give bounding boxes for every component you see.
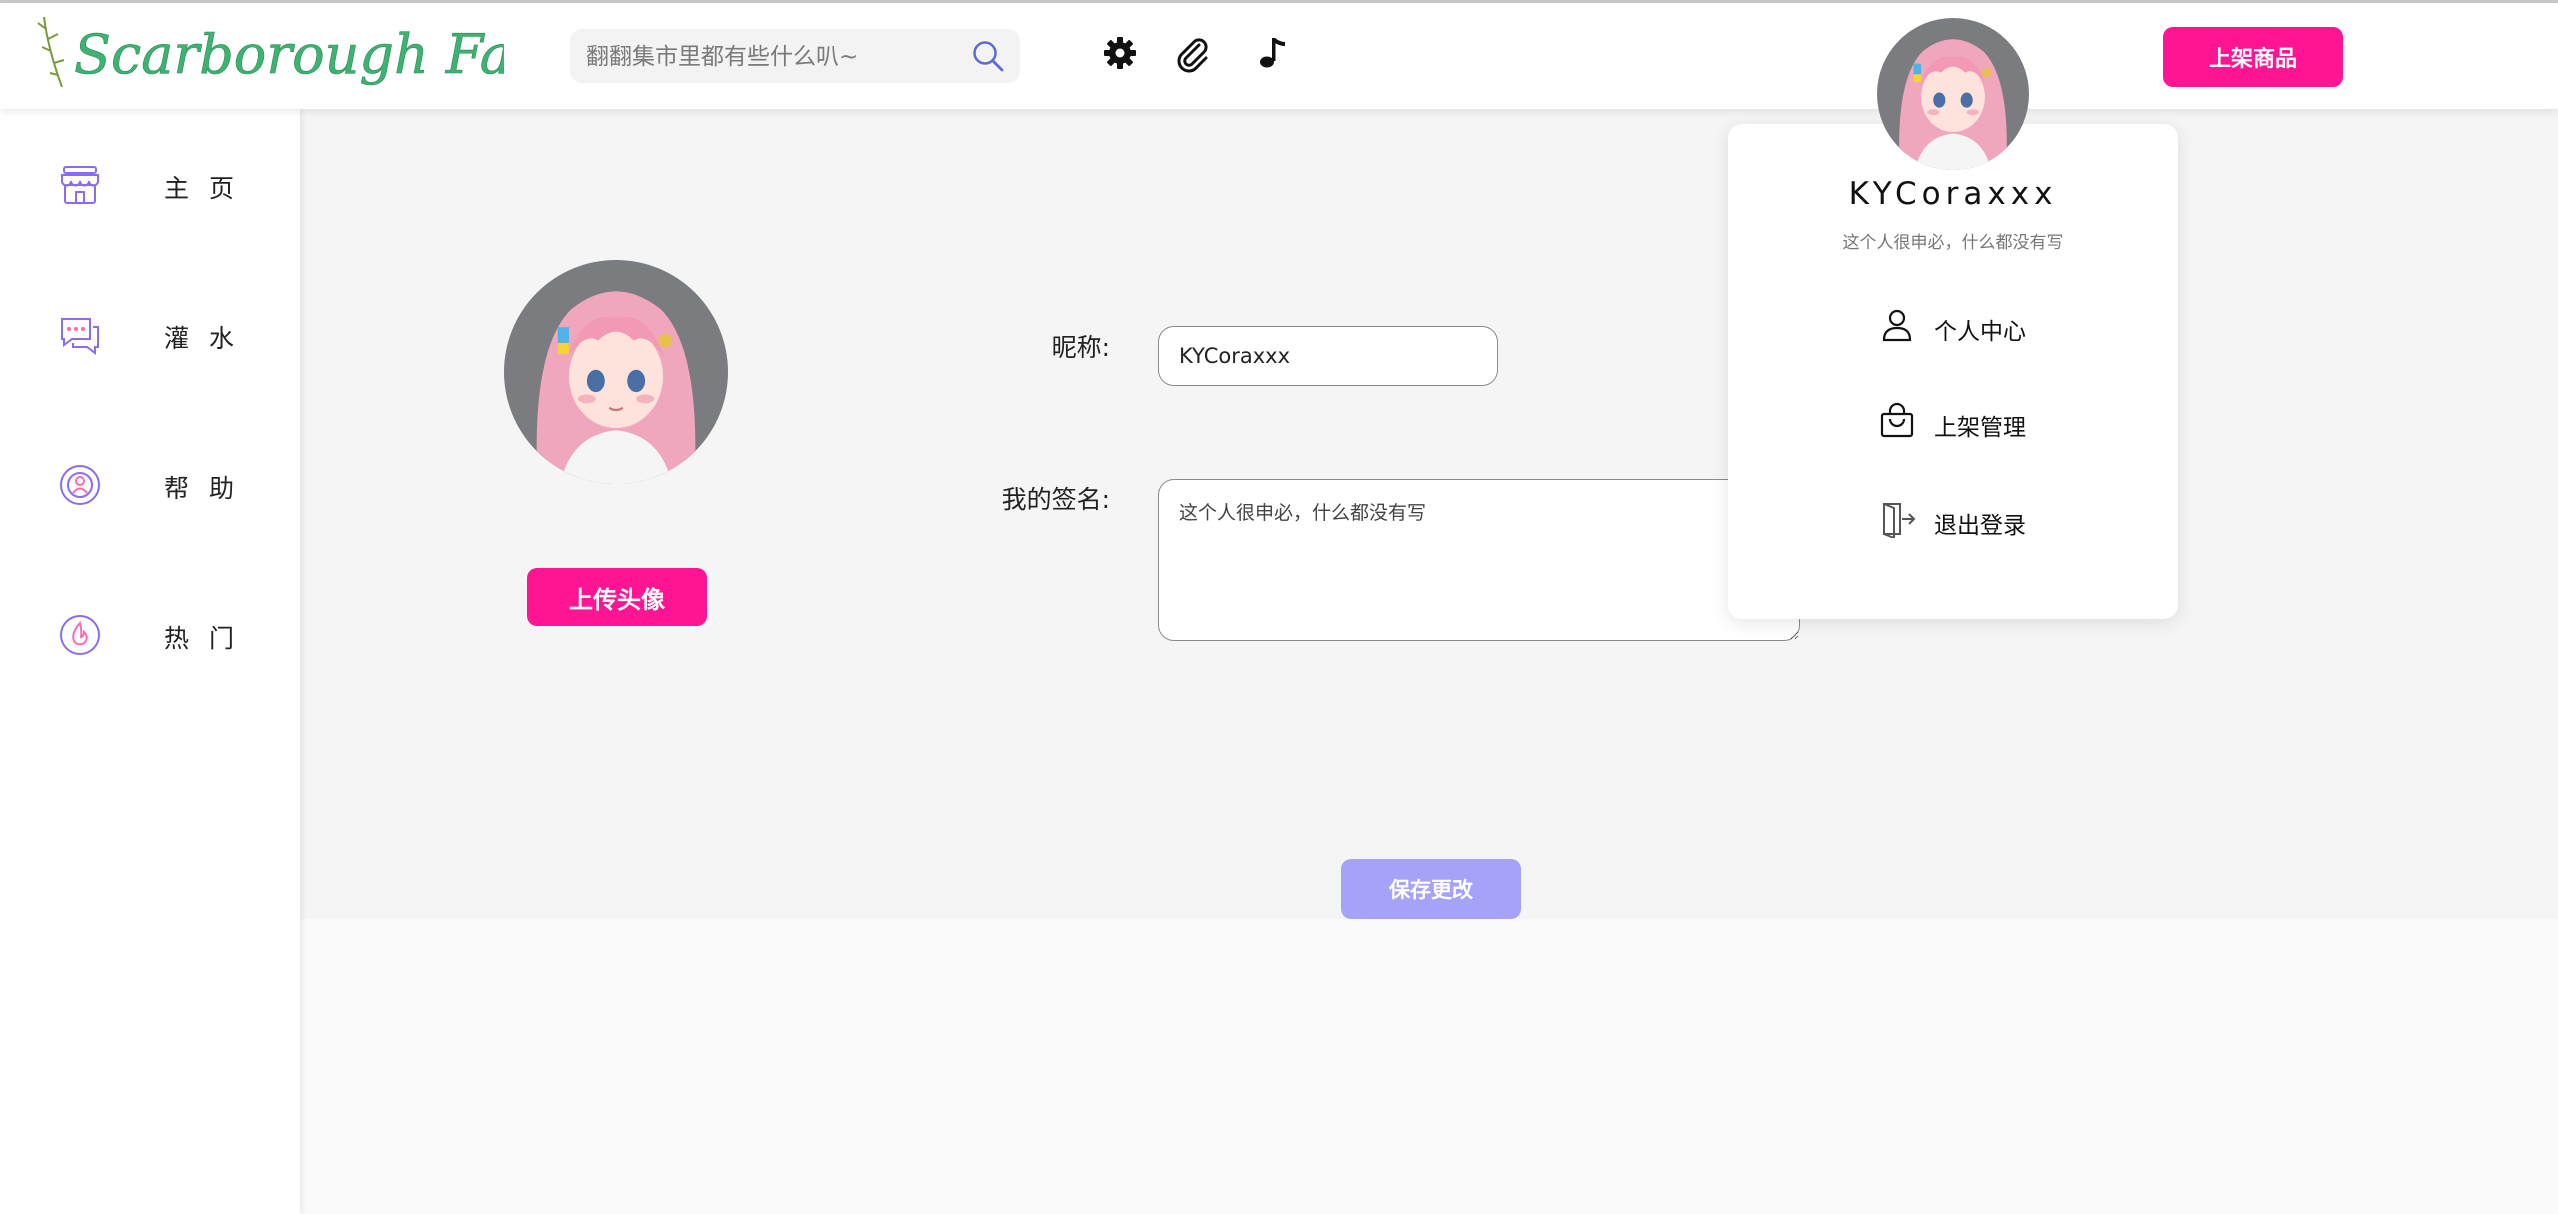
user-menu-dropdown: KYCoraxxx 这个人很申必，什么都没有写 个人中心 上架管理 退出登录 (1728, 124, 2178, 619)
profile-avatar[interactable] (504, 260, 728, 484)
scarborough-fair-logo[interactable]: Scarborough Fair (34, 9, 504, 109)
publish-product-button[interactable]: 上架商品 (2163, 27, 2343, 87)
menu-item-label: 退出登录 (1934, 513, 2026, 539)
search-input[interactable] (584, 29, 958, 85)
user-icon (1882, 309, 1912, 342)
sidebar-item-hot[interactable]: 热 门 (0, 589, 300, 679)
sidebar-item-label: 主 页 (164, 174, 240, 203)
logo-text: Scarborough Fair (74, 23, 504, 86)
search-icon[interactable] (970, 38, 1006, 74)
nickname-input[interactable] (1158, 326, 1498, 386)
shopping-bag-icon (1880, 402, 1914, 438)
sidebar-item-label: 灌 水 (164, 324, 240, 353)
nickname-label: 昵称: (1051, 333, 1110, 362)
chat-icon (61, 318, 99, 355)
save-changes-button[interactable]: 保存更改 (1341, 859, 1521, 919)
signature-label: 我的签名: (1001, 485, 1110, 514)
music-note-icon[interactable] (1250, 33, 1290, 73)
shop-icon (61, 166, 99, 204)
menu-item-logout[interactable]: 退出登录 (1878, 494, 2078, 544)
paperclip-icon[interactable] (1172, 33, 1212, 73)
content-background (300, 919, 2558, 1214)
menu-username: KYCoraxxx (1848, 176, 2058, 212)
sidebar: 主 页 灌 水 帮 助 热 门 (0, 109, 300, 1214)
top-header: Scarborough Fair 上架商品 (0, 3, 2558, 109)
menu-item-label: 个人中心 (1934, 319, 2026, 345)
signature-textarea[interactable]: 这个人很申必，什么都没有写 (1158, 479, 1800, 641)
search-bar (570, 29, 1020, 85)
help-icon (60, 465, 100, 505)
upload-avatar-button[interactable]: 上传头像 (527, 568, 707, 626)
menu-signature: 这个人很申必，什么都没有写 (1842, 233, 2064, 253)
sidebar-item-home[interactable]: 主 页 (0, 139, 300, 229)
sidebar-item-label: 帮 助 (164, 474, 240, 503)
sidebar-item-label: 热 门 (164, 624, 240, 653)
header-user-avatar[interactable] (1877, 18, 2029, 170)
logout-icon (1883, 503, 1916, 538)
sidebar-item-help[interactable]: 帮 助 (0, 439, 300, 529)
menu-item-label: 上架管理 (1934, 415, 2026, 441)
menu-item-listing-management[interactable]: 上架管理 (1878, 396, 2078, 446)
gear-icon[interactable] (1100, 33, 1140, 73)
menu-item-personal-center[interactable]: 个人中心 (1878, 300, 2078, 350)
fire-icon (60, 615, 100, 655)
sidebar-item-chat[interactable]: 灌 水 (0, 289, 300, 379)
